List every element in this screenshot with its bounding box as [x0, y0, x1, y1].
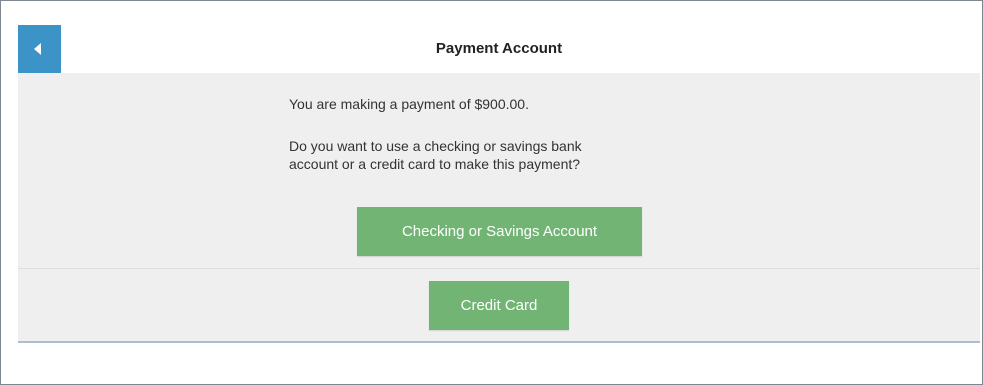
payment-method-question-line-2: account or a credit card to make this pa…: [289, 156, 581, 172]
page-title: Payment Account: [435, 40, 563, 57]
payment-method-question: Do you want to use a checking or savings…: [289, 137, 709, 173]
payment-amount-message: You are making a payment of $900.00.: [289, 96, 529, 112]
panel-bottom-border: [18, 341, 980, 343]
back-arrow-icon: [34, 43, 41, 55]
back-button[interactable]: [18, 25, 61, 73]
payment-account-panel: You are making a payment of $900.00. Do …: [18, 73, 980, 341]
checking-or-savings-account-button[interactable]: Checking or Savings Account: [357, 207, 642, 256]
app-frame: Payment Account You are making a payment…: [0, 0, 983, 385]
credit-card-button[interactable]: Credit Card: [429, 281, 569, 330]
option-divider: [18, 268, 980, 269]
header-bar: Payment Account: [18, 25, 980, 73]
payment-method-question-line-1: Do you want to use a checking or savings…: [289, 138, 582, 154]
